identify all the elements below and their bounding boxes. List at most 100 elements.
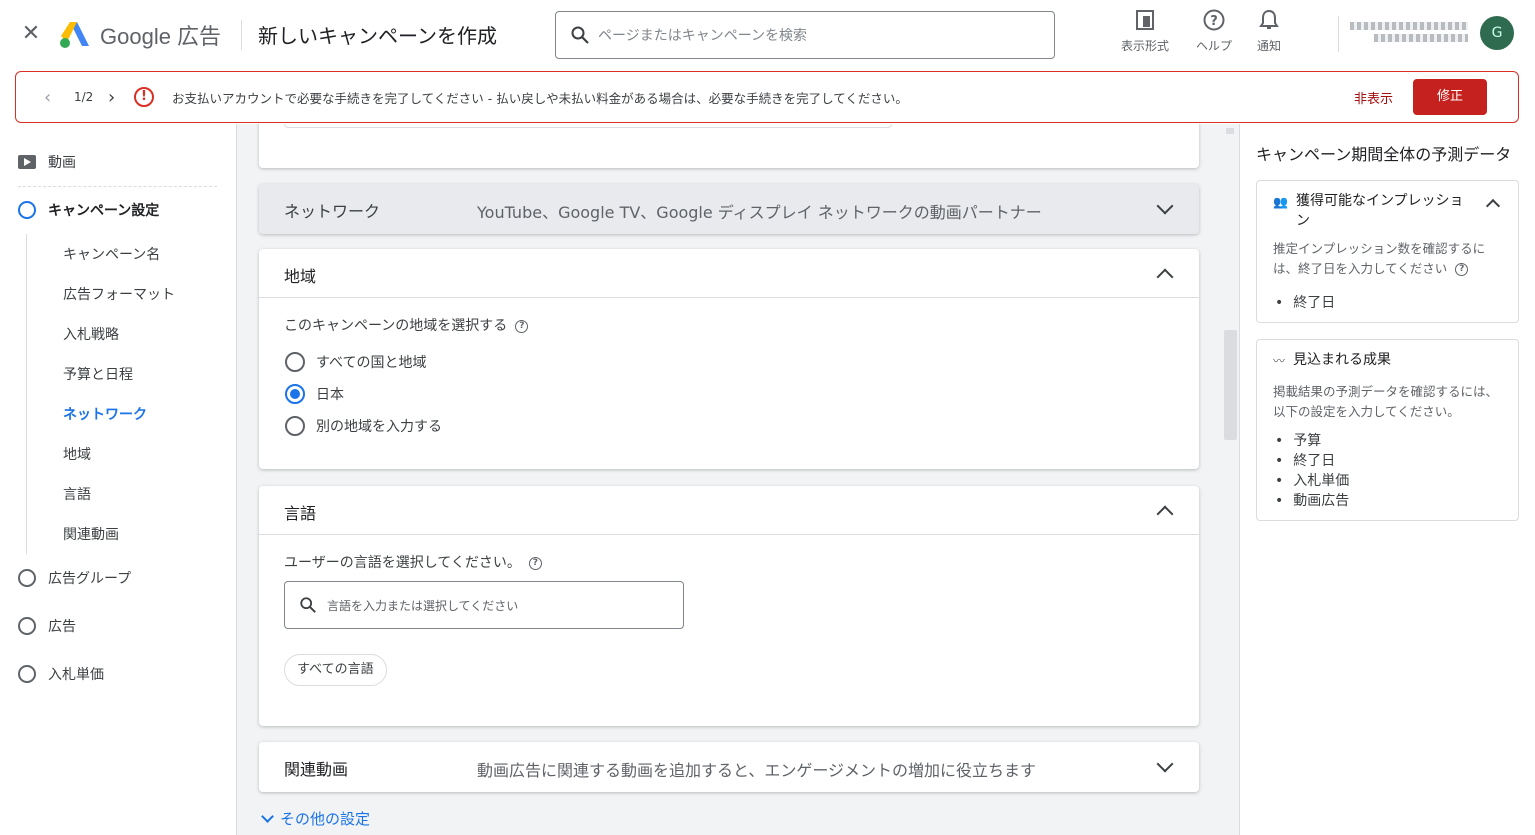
sidebar-item-ad-group[interactable]: 広告グループ [18, 568, 131, 588]
region-title: 地域 [284, 267, 317, 286]
region-option-all-label: すべての国と地域 [316, 355, 427, 371]
help-icon[interactable]: ? [1455, 263, 1469, 276]
google-ads-mark-icon [60, 22, 89, 48]
chevron-up-icon[interactable] [1156, 505, 1174, 523]
help-icon[interactable]: ? [515, 319, 529, 333]
account-info-redacted[interactable] [1350, 18, 1468, 50]
svg-text:?: ? [1210, 14, 1218, 29]
sidebar-sub-campaign-name[interactable]: キャンペーン名 [63, 244, 160, 264]
help-label: ヘルプ [1196, 39, 1233, 53]
list-item: 動画広告 [1275, 491, 1349, 511]
language-divider [259, 534, 1199, 535]
impressions-desc: 推定インプレッション数を確認するには、終了日を入力してください? [1273, 239, 1503, 279]
banner-fix-button[interactable]: 修正 [1413, 79, 1487, 115]
main-content: ネットワーク YouTube、Google TV、Google ディスプレイ ネ… [236, 124, 1240, 835]
notifications-button[interactable]: 通知 [1257, 8, 1281, 54]
sidebar-item-ad[interactable]: 広告 [18, 616, 76, 636]
sidebar-sub-ad-format[interactable]: 広告フォーマット [63, 284, 175, 304]
language-title: 言語 [284, 504, 317, 523]
sidebar-item-bid[interactable]: 入札単価 [18, 664, 104, 684]
scrollbar-thumb[interactable] [1224, 330, 1237, 440]
sidebar-sub-budget-schedule[interactable]: 予算と日程 [63, 364, 133, 384]
logo-product: 広告 [176, 24, 221, 49]
list-item: 入札単価 [1275, 471, 1349, 491]
step-circle-icon [18, 201, 36, 219]
view-format-label: 表示形式 [1121, 39, 1170, 53]
language-question-text: ユーザーの言語を選択してください。 [284, 555, 521, 571]
region-option-japan[interactable]: 日本 [285, 384, 344, 404]
region-option-other-label: 別の地域を入力する [316, 419, 442, 435]
payment-alert-banner: ‹ 1/2 › ! お支払いアカウントで必要な手続きを完了してください - 払い… [15, 71, 1519, 123]
chevron-down-icon[interactable] [1156, 197, 1174, 215]
sidebar-sub-related-videos[interactable]: 関連動画 [63, 524, 119, 544]
related-videos-summary: 動画広告に関連する動画を追加すると、エンゲージメントの増加に役立ちます [477, 761, 1037, 780]
help-icon[interactable]: ? [528, 556, 542, 570]
radio-icon [285, 416, 305, 436]
sidebar-divider [18, 186, 217, 187]
chevron-up-icon[interactable] [1156, 268, 1174, 286]
banner-prev-icon[interactable]: ‹ [44, 87, 51, 108]
list-item: 終了日 [1275, 451, 1349, 471]
impressions-card: 👥 獲得可能なインプレッション 推定インプレッション数を確認するには、終了日を入… [1256, 180, 1519, 323]
account-divider [1338, 16, 1339, 52]
chevron-down-icon[interactable] [1156, 755, 1174, 773]
region-divider [259, 297, 1199, 298]
header-divider [241, 20, 242, 50]
search-input[interactable]: ページまたはキャンペーンを検索 [555, 11, 1055, 59]
expected-results-desc: 掲載結果の予測データを確認するには、以下の設定を入力してください。 [1273, 384, 1499, 419]
banner-count: 1/2 [74, 90, 94, 104]
impressions-header[interactable]: 👥 獲得可能なインプレッション [1273, 191, 1473, 231]
banner-hide-button[interactable]: 非表示 [1354, 88, 1393, 107]
chevron-up-icon[interactable] [1485, 198, 1501, 214]
video-icon [18, 155, 36, 169]
more-settings-label: その他の設定 [280, 810, 371, 828]
region-option-other[interactable]: 別の地域を入力する [285, 416, 442, 436]
language-search-input[interactable]: 言語を入力または選択してください [284, 581, 684, 629]
radio-selected-icon [285, 384, 305, 404]
sidebar-sub-region[interactable]: 地域 [63, 444, 91, 464]
more-settings-link[interactable]: その他の設定 [259, 808, 370, 829]
language-input-placeholder: 言語を入力または選択してください [327, 598, 519, 613]
banner-message: お支払いアカウントで必要な手続きを完了してください - 払い戻しや未払い料金があ… [172, 90, 908, 106]
sidebar-item-campaign-settings[interactable]: キャンペーン設定 [18, 200, 159, 220]
region-option-all[interactable]: すべての国と地域 [285, 352, 426, 372]
step-circle-icon [18, 617, 36, 635]
language-section: 言語 ユーザーの言語を選択してください。? 言語を入力または選択してください す… [259, 486, 1199, 726]
avatar[interactable]: G [1480, 16, 1514, 50]
sidebar-item-video[interactable]: 動画 [18, 152, 76, 172]
previous-input-field[interactable] [284, 124, 892, 128]
network-title: ネットワーク [284, 202, 381, 221]
help-button[interactable]: ? ヘルプ [1196, 8, 1232, 54]
trending-up-icon: 〰 [1273, 354, 1286, 368]
close-icon[interactable]: ✕ [19, 22, 43, 46]
expected-results-list: 予算 終了日 入札単価 動画広告 [1275, 431, 1349, 511]
radio-icon [285, 352, 305, 372]
logo-brand: Google [100, 24, 171, 49]
banner-next-icon[interactable]: › [108, 87, 115, 108]
sidebar-sub-network[interactable]: ネットワーク [63, 404, 147, 424]
sidebar-sub-language[interactable]: 言語 [63, 484, 91, 504]
related-videos-section[interactable]: 関連動画 動画広告に関連する動画を追加すると、エンゲージメントの増加に役立ちます [259, 742, 1199, 792]
google-ads-logo[interactable]: Google 広告 [58, 18, 221, 52]
view-format-button[interactable]: 表示形式 [1121, 8, 1169, 54]
forecast-title: キャンペーン期間全体の予測データ [1256, 145, 1512, 164]
step-circle-icon [18, 569, 36, 587]
region-question-text: このキャンペーンの地域を選択する [284, 318, 508, 334]
language-question: ユーザーの言語を選択してください。? [284, 552, 542, 572]
network-section[interactable]: ネットワーク YouTube、Google TV、Google ディスプレイ ネ… [259, 184, 1199, 234]
sidebar-bid-label: 入札単価 [48, 667, 104, 683]
impressions-title: 獲得可能なインプレッション [1295, 193, 1464, 229]
sidebar-substep-line [26, 234, 27, 554]
error-icon: ! [134, 87, 154, 107]
sidebar-video-label: 動画 [48, 155, 76, 171]
all-languages-chip[interactable]: すべての言語 [284, 654, 387, 686]
expected-results-header: 〰 見込まれる成果 [1273, 350, 1473, 371]
forecast-panel: キャンペーン期間全体の予測データ 👥 獲得可能なインプレッション 推定インプレッ… [1241, 124, 1535, 835]
help-icon: ? [1203, 9, 1225, 31]
sidebar-sub-bid-strategy[interactable]: 入札戦略 [63, 324, 119, 344]
step-circle-icon [18, 665, 36, 683]
related-videos-title: 関連動画 [284, 760, 349, 779]
region-question: このキャンペーンの地域を選択する? [284, 315, 529, 335]
view-format-icon [1136, 10, 1154, 30]
region-section: 地域 このキャンペーンの地域を選択する? すべての国と地域 日本 別の地域を入力… [259, 249, 1199, 469]
